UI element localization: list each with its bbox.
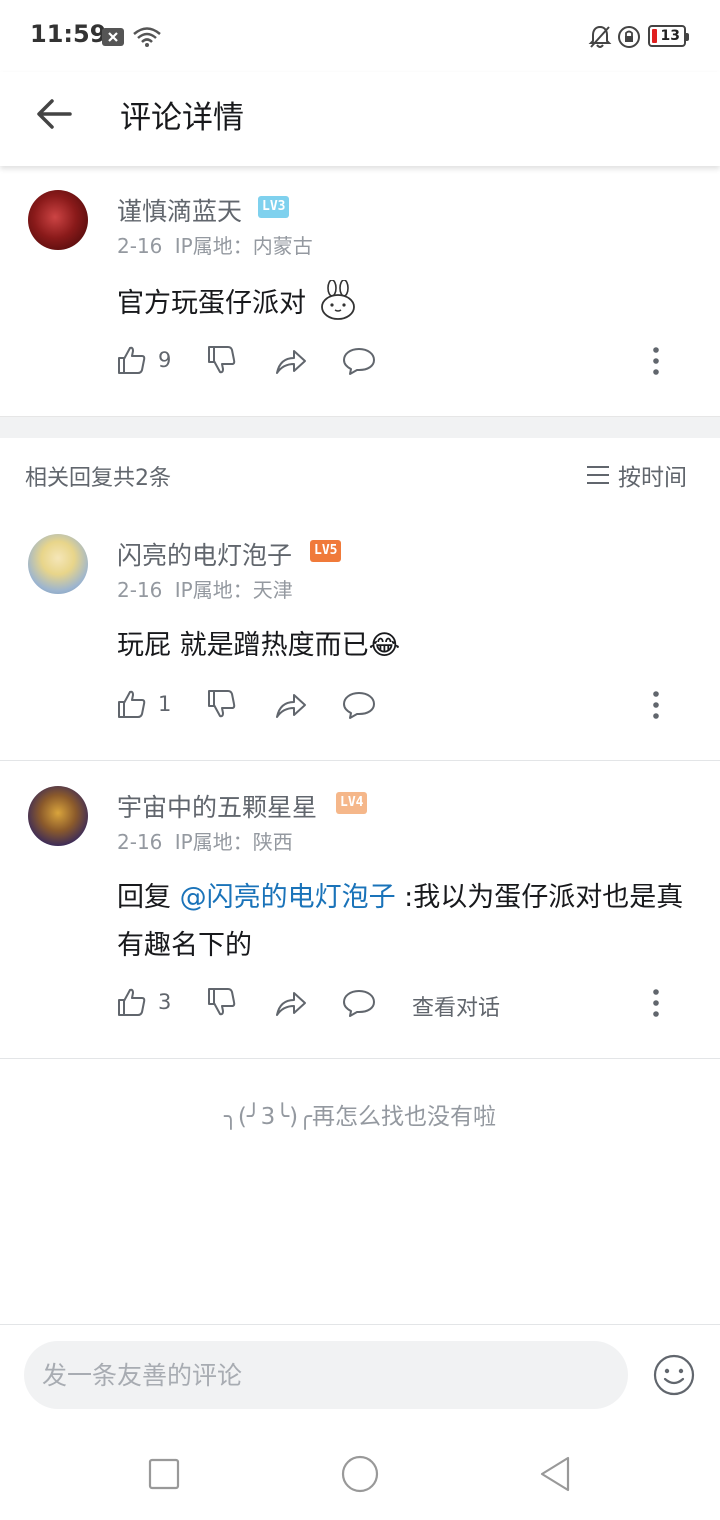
end-of-list-message: ╮(╯3╰)╭再怎么找也没有啦 — [224, 1104, 496, 1130]
share-icon[interactable] — [274, 346, 308, 376]
replies-count-title: 相关回复共2条 — [25, 466, 171, 491]
more-options-icon[interactable] — [646, 690, 666, 720]
sort-lines-icon — [587, 466, 609, 484]
comment-date: 2-16 — [117, 830, 163, 854]
battery-indicator: 13 — [648, 25, 689, 47]
root-comment: 谨慎滴蓝天 LV3 2-16 IP属地：内蒙古 官方玩蛋仔派对 9 — [0, 166, 720, 416]
thumbs-down-icon[interactable] — [206, 986, 238, 1018]
emoji-icon[interactable] — [652, 1353, 696, 1397]
wifi-icon — [133, 27, 161, 47]
comment-content: 官方玩蛋仔派对 — [117, 279, 697, 328]
like-button[interactable]: 1 — [116, 688, 171, 720]
comment-text: 官方玩蛋仔派对 — [117, 288, 306, 319]
reply-item: 闪亮的电灯泡子 LV5 2-16 IP属地：天津 玩屁 就是蹭热度而已😂 1 — [0, 510, 720, 760]
level-badge: LV3 — [258, 196, 290, 218]
more-options-icon[interactable] — [646, 346, 666, 376]
divider — [0, 1058, 720, 1059]
status-time: 11:59 — [30, 20, 107, 48]
comment-input[interactable] — [24, 1341, 628, 1409]
sort-toggle[interactable]: 按时间 — [586, 458, 687, 492]
like-count: 1 — [158, 692, 172, 716]
app-header: 评论详情 — [0, 72, 720, 166]
comment-content: 回复 @闪亮的电灯泡子 :我以为蛋仔派对也是真有趣名下的 — [117, 874, 697, 970]
home-circle-icon[interactable] — [340, 1454, 380, 1494]
sort-label: 按时间 — [618, 465, 687, 491]
share-icon[interactable] — [274, 988, 308, 1018]
level-badge: LV4 — [336, 792, 368, 814]
comment-reply-icon[interactable] — [342, 988, 376, 1018]
ip-location: IP属地：陕西 — [174, 830, 293, 854]
rotation-lock-icon — [618, 26, 640, 48]
comment-input-bar — [0, 1324, 720, 1428]
laughing-emoji-icon: 😂 — [368, 630, 401, 661]
username[interactable]: 谨慎滴蓝天 — [117, 192, 242, 228]
thumbs-down-icon[interactable] — [206, 344, 238, 376]
notification-x-icon — [102, 28, 124, 46]
comment-meta: 2-16 IP属地：内蒙古 — [117, 230, 313, 259]
avatar[interactable] — [28, 786, 88, 846]
comment-meta: 2-16 IP属地：陕西 — [117, 826, 293, 855]
comment-content: 玩屁 就是蹭热度而已😂 — [117, 622, 697, 670]
more-options-icon[interactable] — [646, 988, 666, 1018]
reply-item: 宇宙中的五颗星星 LV4 2-16 IP属地：陕西 回复 @闪亮的电灯泡子 :我… — [0, 762, 720, 1058]
thumbs-down-icon[interactable] — [206, 688, 238, 720]
recent-apps-icon[interactable] — [144, 1454, 184, 1494]
thumbs-up-icon — [118, 988, 146, 1016]
comment-date: 2-16 — [117, 234, 163, 258]
system-nav-bar — [0, 1428, 720, 1520]
avatar[interactable] — [28, 534, 88, 594]
reply-prefix: 回复 — [117, 882, 180, 913]
thumbs-up-icon — [118, 690, 146, 718]
view-conversation-link[interactable]: 查看对话 — [412, 990, 500, 1022]
section-divider — [0, 416, 720, 438]
comment-date: 2-16 — [117, 578, 163, 602]
like-count: 9 — [158, 348, 172, 372]
bunny-sticker-icon — [320, 279, 355, 320]
back-arrow-icon[interactable] — [30, 88, 82, 140]
like-button[interactable]: 3 — [116, 986, 171, 1018]
divider — [0, 760, 720, 761]
page-title: 评论详情 — [120, 100, 244, 136]
username[interactable]: 宇宙中的五颗星星 — [117, 788, 317, 824]
ip-location: IP属地：内蒙古 — [174, 234, 313, 258]
like-count: 3 — [158, 990, 172, 1014]
level-badge: LV5 — [310, 540, 342, 562]
back-triangle-icon[interactable] — [536, 1454, 576, 1494]
share-icon[interactable] — [274, 690, 308, 720]
bell-muted-icon — [588, 25, 612, 48]
username[interactable]: 闪亮的电灯泡子 — [117, 536, 292, 572]
comment-text: 玩屁 就是蹭热度而已 — [117, 630, 369, 661]
mention-link[interactable]: @闪亮的电灯泡子 — [180, 882, 396, 913]
ip-location: IP属地：天津 — [174, 578, 293, 602]
comment-meta: 2-16 IP属地：天津 — [117, 574, 293, 603]
like-button[interactable]: 9 — [116, 344, 171, 376]
comment-reply-icon[interactable] — [342, 690, 376, 720]
comment-reply-icon[interactable] — [342, 346, 376, 376]
thumbs-up-icon — [118, 346, 146, 374]
status-bar: 11:59 13 — [0, 0, 720, 72]
avatar[interactable] — [28, 190, 88, 250]
